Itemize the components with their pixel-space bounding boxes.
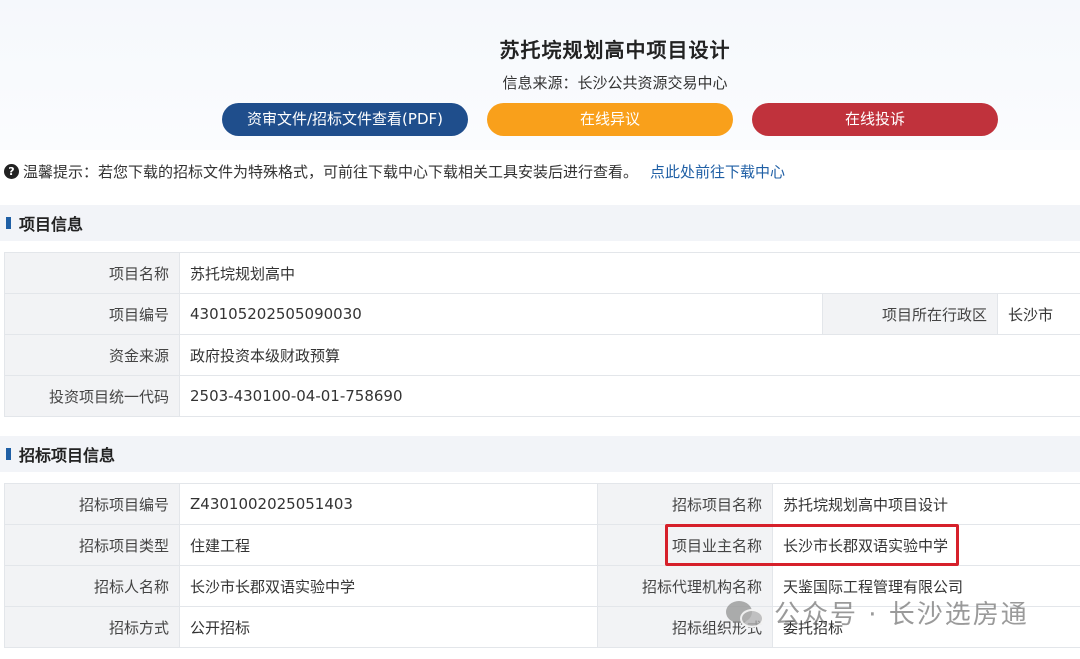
section-header-bid-info: 招标项目信息	[0, 436, 1080, 472]
section-title: 招标项目信息	[19, 446, 116, 465]
watermark: 公众号 · 长沙选房通	[726, 594, 1029, 631]
project-code-value: 430105202505090030	[179, 293, 823, 335]
bid-type-value: 住建工程	[179, 524, 598, 566]
wechat-icon	[726, 597, 766, 629]
project-code-label: 项目编号	[4, 293, 180, 335]
fund-source-label: 资金来源	[4, 334, 180, 376]
table-row: 资金来源 政府投资本级财政预算	[4, 334, 1080, 376]
tip-notice: ? 温馨提示：若您下载的招标文件为特殊格式，可前往下载中心下载相关工具安装后进行…	[4, 161, 785, 182]
invest-code-value: 2503-430100-04-01-758690	[178, 375, 1080, 417]
section-title: 项目信息	[19, 215, 84, 234]
bid-code-value: Z4301002025051403	[179, 483, 598, 525]
bid-name-label: 招标项目名称	[597, 483, 773, 525]
table-row: 项目编号 430105202505090030 项目所在行政区 长沙市	[4, 293, 1080, 335]
bid-name-value: 苏托垸规划高中项目设计	[772, 483, 1080, 525]
page-title: 苏托垸规划高中项目设计	[499, 38, 731, 62]
view-files-button[interactable]: 资审文件/招标文件查看(PDF)	[222, 103, 468, 136]
project-name-label: 项目名称	[4, 252, 180, 294]
bid-type-label: 招标项目类型	[4, 524, 180, 566]
section-header-project-info: 项目信息	[0, 205, 1080, 241]
project-name-value: 苏托垸规划高中	[178, 252, 1080, 294]
table-row: 招标项目编号 Z4301002025051403 招标项目名称 苏托垸规划高中项…	[4, 483, 1080, 525]
fund-source-value: 政府投资本级财政预算	[178, 334, 1080, 376]
watermark-text: 公众号 · 长沙选房通	[774, 600, 1029, 630]
bid-method-label: 招标方式	[4, 606, 180, 648]
project-region-value: 长沙市	[996, 293, 1080, 335]
tip-text: 温馨提示：若您下载的招标文件为特殊格式，可前往下载中心下载相关工具安装后进行查看…	[23, 163, 639, 181]
info-source: 信息来源：长沙公共资源交易中心	[502, 74, 728, 92]
invest-code-label: 投资项目统一代码	[4, 375, 180, 417]
project-region-label: 项目所在行政区	[822, 293, 998, 335]
download-center-link[interactable]: 点此处前往下载中心	[650, 161, 785, 182]
online-complaint-button[interactable]: 在线投诉	[752, 103, 998, 136]
project-info-table: 项目名称 苏托垸规划高中 项目编号 430105202505090030 项目所…	[4, 252, 1080, 417]
tenderer-name-value: 长沙市长郡双语实验中学	[179, 565, 598, 607]
bid-code-label: 招标项目编号	[4, 483, 180, 525]
table-row: 招标项目类型 住建工程 项目业主名称 长沙市长郡双语实验中学	[4, 524, 1080, 566]
table-row: 投资项目统一代码 2503-430100-04-01-758690	[4, 375, 1080, 417]
question-circle-icon: ?	[4, 164, 19, 179]
owner-name-label: 项目业主名称	[597, 524, 773, 566]
bid-method-value: 公开招标	[179, 606, 598, 648]
owner-name-value: 长沙市长郡双语实验中学	[772, 524, 1080, 566]
online-objection-button[interactable]: 在线异议	[487, 103, 733, 136]
tenderer-name-label: 招标人名称	[4, 565, 180, 607]
table-row: 项目名称 苏托垸规划高中	[4, 252, 1080, 294]
section-marker	[6, 217, 11, 229]
section-marker	[6, 448, 11, 460]
